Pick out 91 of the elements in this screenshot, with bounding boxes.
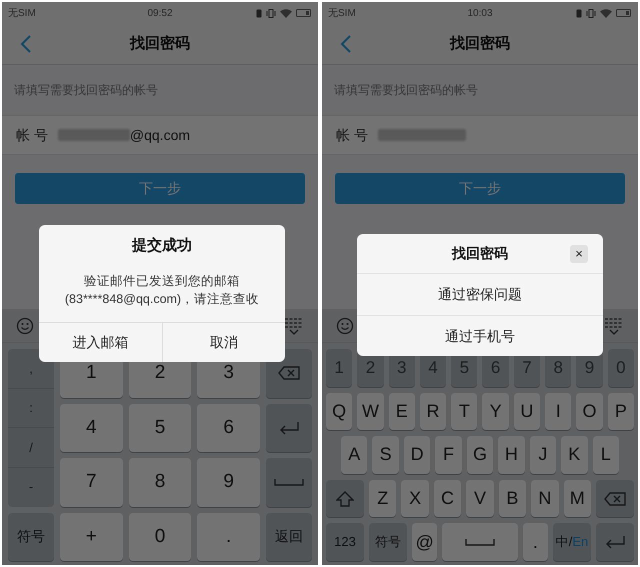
hint-text: 请填写需要找回密码的帐号	[333, 82, 479, 99]
option-item[interactable]: 通过手机号	[357, 315, 603, 356]
keyboard-key[interactable]: Q	[326, 392, 352, 430]
dialog-message: (83****848@qq.com)，请注意查收	[64, 290, 260, 308]
keyboard-key[interactable]: A	[341, 436, 368, 474]
sim-icon	[576, 8, 582, 18]
next-button[interactable]: 下一步	[335, 173, 625, 204]
keyboard-key[interactable]: 1	[326, 349, 352, 387]
hide-keyboard-icon	[284, 316, 304, 334]
page-title: 找回密码	[130, 34, 190, 54]
keyboard-key[interactable]: 符号	[8, 512, 54, 561]
keyboard-key[interactable]: 8	[128, 458, 192, 506]
carrier-text: 无SIM	[8, 6, 36, 20]
field-label: 帐 号	[16, 126, 48, 144]
keyboard-key[interactable]: T	[451, 392, 478, 430]
keyboard-key[interactable]: J	[530, 436, 556, 474]
wifi-icon	[280, 8, 292, 18]
keyboard-key[interactable]: I	[545, 392, 572, 430]
keyboard-key[interactable]: 0	[608, 349, 634, 387]
keyboard-key[interactable]: E	[388, 392, 415, 430]
keyboard-key[interactable]: 4	[60, 404, 123, 452]
keyboard-key[interactable]: +	[60, 512, 123, 561]
status-time: 10:03	[467, 6, 493, 20]
shift-icon	[336, 490, 354, 507]
keyboard-key[interactable]: Y	[482, 392, 509, 430]
keyboard-key[interactable]: P	[608, 392, 634, 430]
keyboard-key[interactable]: M	[564, 480, 591, 518]
keyboard-key[interactable]: S	[372, 436, 399, 474]
keyboard-key[interactable]: 6	[197, 404, 260, 452]
back-icon	[340, 34, 352, 54]
enter-icon	[604, 535, 626, 550]
dialog-button[interactable]: 取消	[162, 322, 285, 362]
hide-keyboard-icon	[604, 316, 624, 334]
status-time: 09:52	[147, 6, 173, 20]
keyboard-key[interactable]: U	[514, 392, 540, 430]
sim-icon	[256, 8, 262, 18]
next-button[interactable]: 下一步	[15, 173, 305, 204]
backspace-icon	[604, 492, 626, 506]
backspace-icon	[278, 366, 300, 380]
account-field[interactable]: 帐 号	[322, 115, 638, 155]
keyboard-key[interactable]: 123	[326, 523, 364, 561]
field-label: 帐 号	[336, 126, 368, 144]
keyboard-key[interactable]: K	[561, 436, 588, 474]
symbol-item[interactable]: :	[8, 388, 54, 428]
dialog-title: 提交成功	[130, 236, 193, 256]
keyboard-key[interactable]: C	[434, 480, 462, 518]
keyboard-key[interactable]: F	[435, 436, 462, 474]
keyboard-key[interactable]: B	[498, 480, 526, 518]
back-icon	[20, 34, 32, 54]
keyboard-key[interactable]: .	[522, 523, 548, 561]
keyboard-key[interactable]: X	[401, 480, 429, 518]
wifi-icon	[600, 8, 612, 18]
keyboard-key[interactable]: 中/En	[553, 523, 591, 561]
keyboard-key[interactable]: 返回	[266, 512, 312, 561]
keyboard-key[interactable]: W	[357, 392, 384, 430]
keyboard-key[interactable]: @	[412, 523, 438, 561]
keyboard-key[interactable]: 5	[128, 404, 192, 452]
hint-text: 请填写需要找回密码的帐号	[13, 82, 159, 99]
keyboard-key[interactable]: O	[576, 392, 603, 430]
keyboard-key[interactable]: R	[420, 392, 446, 430]
enter-icon	[278, 420, 300, 435]
keyboard-key[interactable]: H	[498, 436, 525, 474]
keyboard-key[interactable]: N	[531, 480, 559, 518]
keyboard-key[interactable]: D	[404, 436, 430, 474]
space-icon	[465, 538, 495, 546]
keyboard-key[interactable]: G	[466, 436, 494, 474]
option-item[interactable]: 通过密保问题	[357, 274, 603, 315]
keyboard-key[interactable]: 9	[197, 458, 260, 506]
battery-icon	[616, 9, 632, 17]
keyboard-key[interactable]: L	[592, 436, 619, 474]
vibrate-icon	[266, 8, 276, 18]
field-value: @qq.com	[130, 126, 190, 145]
account-field[interactable]: 帐 号 @qq.com	[2, 115, 318, 155]
keyboard-key[interactable]: 7	[60, 458, 123, 506]
vibrate-icon	[586, 8, 596, 18]
space-icon	[274, 478, 304, 486]
dialog-title: 找回密码	[452, 244, 508, 263]
keyboard-key[interactable]: .	[197, 512, 260, 561]
page-title: 找回密码	[450, 34, 510, 54]
close-button[interactable]: ×	[570, 245, 588, 263]
emoji-icon	[336, 316, 354, 334]
keyboard-key[interactable]: 符号	[369, 523, 407, 561]
emoji-icon	[16, 316, 34, 334]
battery-icon	[296, 9, 312, 17]
symbol-item[interactable]: -	[8, 466, 54, 506]
carrier-text: 无SIM	[328, 6, 356, 20]
keyboard-key[interactable]: Z	[369, 480, 396, 518]
keyboard-key[interactable]: V	[466, 480, 494, 518]
symbol-item[interactable]: /	[8, 427, 54, 467]
dialog-message: 验证邮件已发送到您的邮箱	[84, 272, 240, 290]
keyboard-key[interactable]: 0	[128, 512, 192, 561]
